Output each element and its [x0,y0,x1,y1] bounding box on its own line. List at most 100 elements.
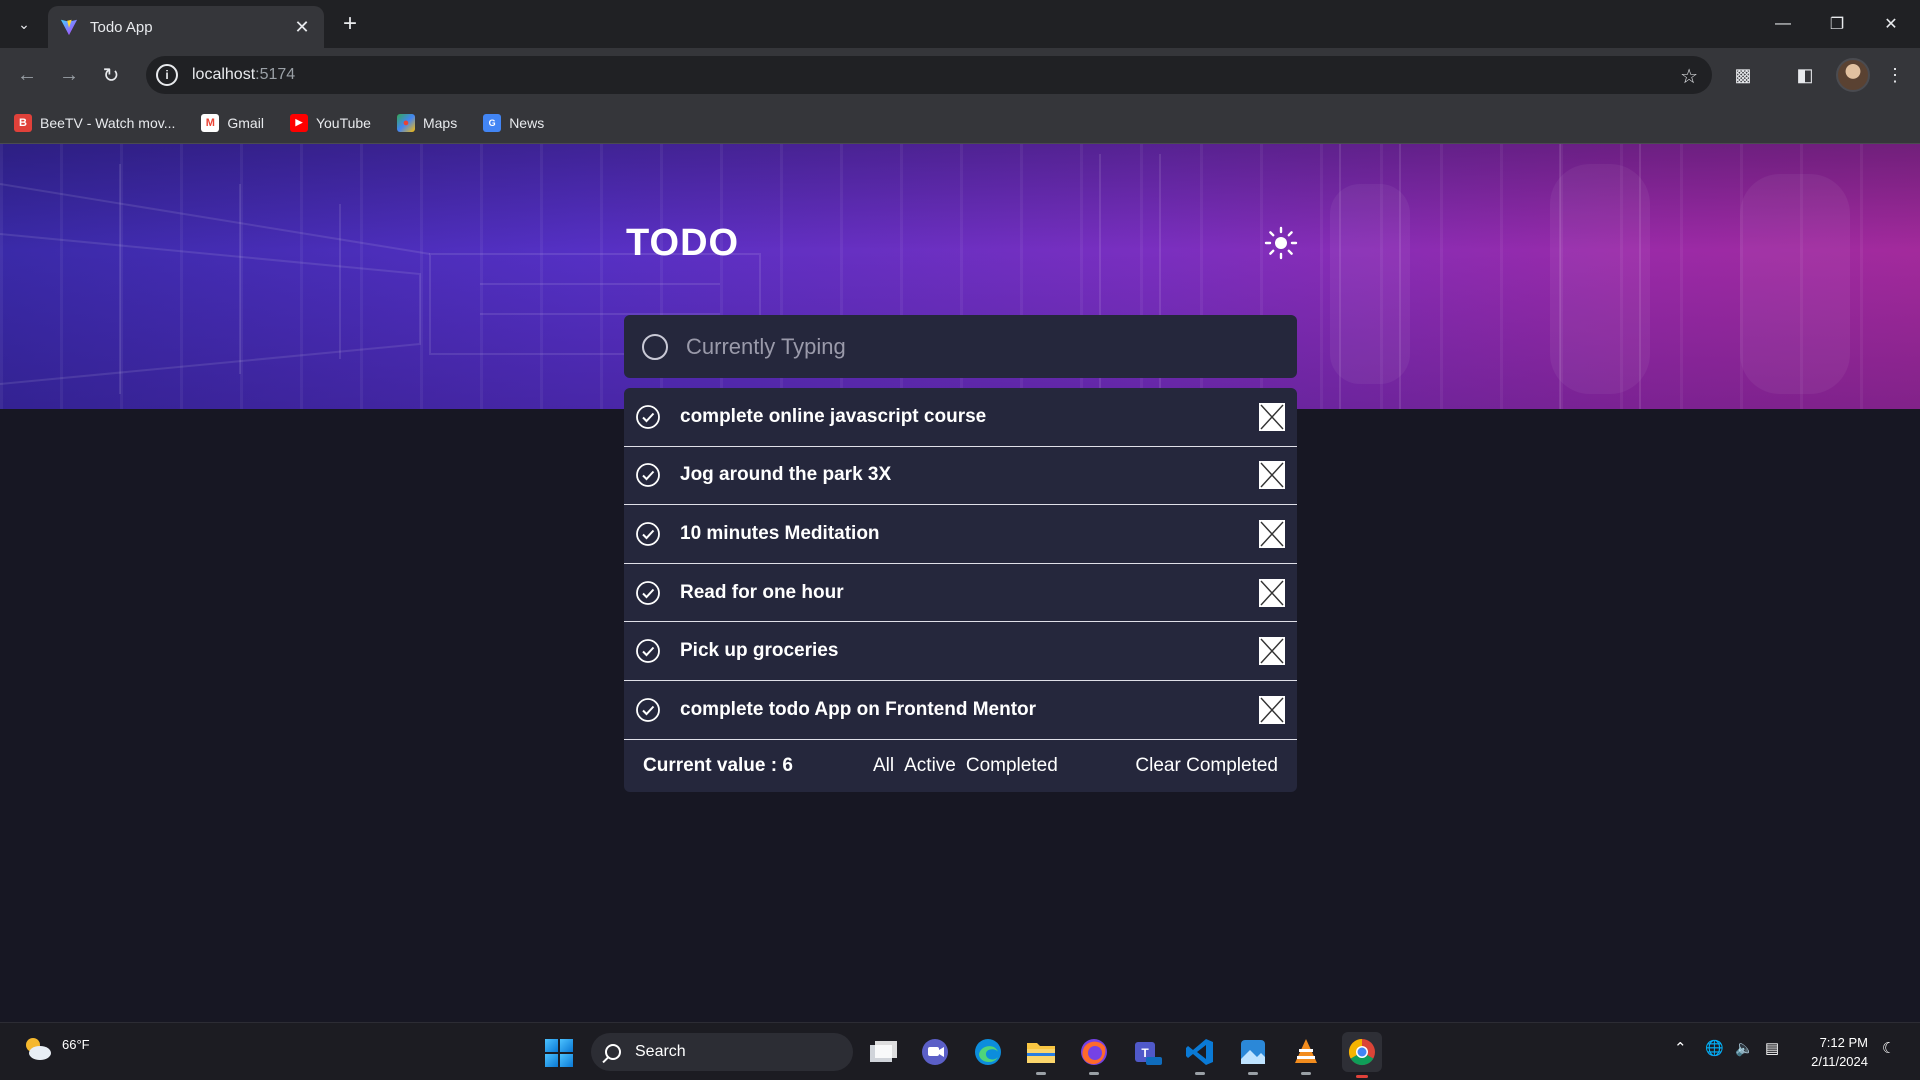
todo-footer: Current value : 6 All Active Completed C… [624,740,1297,792]
bookmark-label: News [509,114,545,131]
file-explorer-icon[interactable] [1024,1035,1058,1075]
side-panel-icon[interactable]: ◧ [1790,60,1820,90]
todo-item[interactable]: complete todo App on Frontend Mentor [624,681,1297,740]
windows-start-icon[interactable] [545,1039,573,1067]
check-circle-icon[interactable] [635,521,661,547]
cross-icon [1260,462,1284,488]
todo-item[interactable]: complete online javascript course [624,388,1297,447]
edge-browser-icon[interactable] [971,1035,1005,1069]
cross-icon [1260,638,1284,664]
cross-icon [1260,404,1284,430]
battery-icon[interactable]: ▤ [1765,1039,1779,1057]
url-host: localhost [192,66,256,83]
bookmark-news[interactable]: G News [483,113,545,132]
bookmark-label: Gmail [227,114,264,131]
todo-list: complete online javascript course Jog ar… [624,388,1297,792]
windows-taskbar: 66°F Search T ⌃ 🌐 🔈 ▤ 7:12 PM 2/11/2024 … [0,1022,1920,1080]
beetv-icon: B [14,113,32,132]
bookmark-beetv[interactable]: B BeeTV - Watch mov... [14,113,176,132]
items-count: Current value : 6 [643,754,793,776]
news-icon: G [483,113,502,132]
todo-text: Pick up groceries [680,640,839,662]
bookmark-star-icon[interactable]: ☆ [1680,64,1698,89]
todo-text: Jog around the park 3X [680,464,892,486]
delete-todo-button[interactable] [1259,461,1285,490]
network-globe-icon[interactable]: 🌐 [1705,1039,1724,1057]
reload-icon[interactable]: ↻ [96,60,126,90]
todo-text: complete online javascript course [680,405,987,427]
filter-completed[interactable]: Completed [966,755,1058,777]
back-arrow-icon[interactable]: ← [12,60,42,90]
check-circle-icon[interactable] [635,462,661,488]
check-circle-icon[interactable] [635,638,661,664]
show-hidden-icons-chevron-icon[interactable]: ⌃ [1674,1039,1687,1057]
delete-todo-button[interactable] [1259,578,1285,607]
bookmark-gmail[interactable]: M Gmail [201,113,264,132]
weather-widget[interactable]: 66°F [22,1035,90,1061]
browser-toolbar: ← → ↻ i localhost :5174 ☆ ▩ ◧ ⋮ [0,48,1920,102]
vite-favicon-icon [60,19,78,36]
taskbar-search[interactable]: Search [591,1033,853,1071]
teams-new-icon[interactable]: T [1130,1035,1164,1069]
todo-item[interactable]: Pick up groceries [624,622,1297,681]
delete-todo-button[interactable] [1259,519,1285,548]
notifications-moon-icon[interactable]: ☾ [1882,1039,1895,1057]
new-todo-input[interactable] [686,333,1246,360]
clock-time: 7:12 PM [1819,1035,1868,1050]
profile-avatar[interactable] [1836,58,1870,92]
delete-todo-button[interactable] [1259,402,1285,431]
search-icon [605,1044,621,1060]
delete-todo-button[interactable] [1259,695,1285,724]
bookmark-label: BeeTV - Watch mov... [40,114,176,131]
new-todo-bar [624,315,1297,378]
tab-search-button[interactable]: ⌄ [10,10,38,38]
filter-all[interactable]: All [873,755,894,777]
weather-temperature: 66°F [62,1037,90,1052]
new-tab-button[interactable]: + [336,10,364,38]
tab-title: Todo App [90,18,153,36]
tab-close-icon[interactable]: ✕ [292,17,312,38]
check-circle-icon[interactable] [635,697,661,723]
vscode-icon[interactable] [1183,1035,1217,1075]
bookmark-maps[interactable]: ● Maps [396,113,457,132]
menu-kebab-icon[interactable]: ⋮ [1880,60,1910,90]
vlc-icon[interactable] [1289,1035,1323,1075]
cross-icon [1260,697,1284,723]
close-window-icon[interactable]: ✕ [1864,0,1918,48]
filter-group: All Active Completed [873,755,1135,777]
todo-item[interactable]: Read for one hour [624,564,1297,623]
browser-tab-bar: ⌄ Todo App ✕ + — ❐ ✕ [0,0,1920,48]
check-circle-icon[interactable] [635,404,661,430]
site-info-icon[interactable]: i [156,64,178,86]
page-viewport: TODO complete online javascript course J… [0,144,1920,1022]
todo-text: complete todo App on Frontend Mentor [680,698,1037,720]
extensions-icon[interactable]: ▩ [1728,60,1758,90]
chrome-icon[interactable] [1342,1032,1382,1078]
clear-completed-button[interactable]: Clear Completed [1135,755,1278,777]
address-bar[interactable]: i localhost :5174 ☆ [146,56,1712,94]
restore-window-icon[interactable]: ❐ [1810,0,1864,48]
app-title: TODO [626,222,740,264]
volume-icon[interactable]: 🔈 [1735,1039,1754,1057]
browser-tab-active[interactable]: Todo App ✕ [48,6,324,48]
task-view-icon[interactable] [866,1035,900,1069]
photos-icon[interactable] [1236,1035,1270,1075]
check-circle-icon[interactable] [635,580,661,606]
gmail-icon: M [201,113,220,132]
youtube-icon: ▶ [289,113,308,132]
filter-active[interactable]: Active [904,755,956,777]
todo-item[interactable]: 10 minutes Meditation [624,505,1297,564]
delete-todo-button[interactable] [1259,637,1285,666]
cross-icon [1260,580,1284,606]
bookmark-youtube[interactable]: ▶ YouTube [289,113,371,132]
sun-icon[interactable] [1264,226,1298,260]
system-clock[interactable]: 7:12 PM 2/11/2024 [1804,1033,1868,1071]
forward-arrow-icon[interactable]: → [54,60,84,90]
new-todo-circle-icon[interactable] [642,333,668,360]
firefox-icon[interactable] [1077,1035,1111,1075]
maps-icon: ● [396,113,415,132]
minimize-window-icon[interactable]: — [1756,0,1810,48]
todo-item[interactable]: Jog around the park 3X [624,447,1297,506]
bookmark-label: YouTube [315,114,371,131]
teams-chat-icon[interactable] [918,1035,952,1069]
